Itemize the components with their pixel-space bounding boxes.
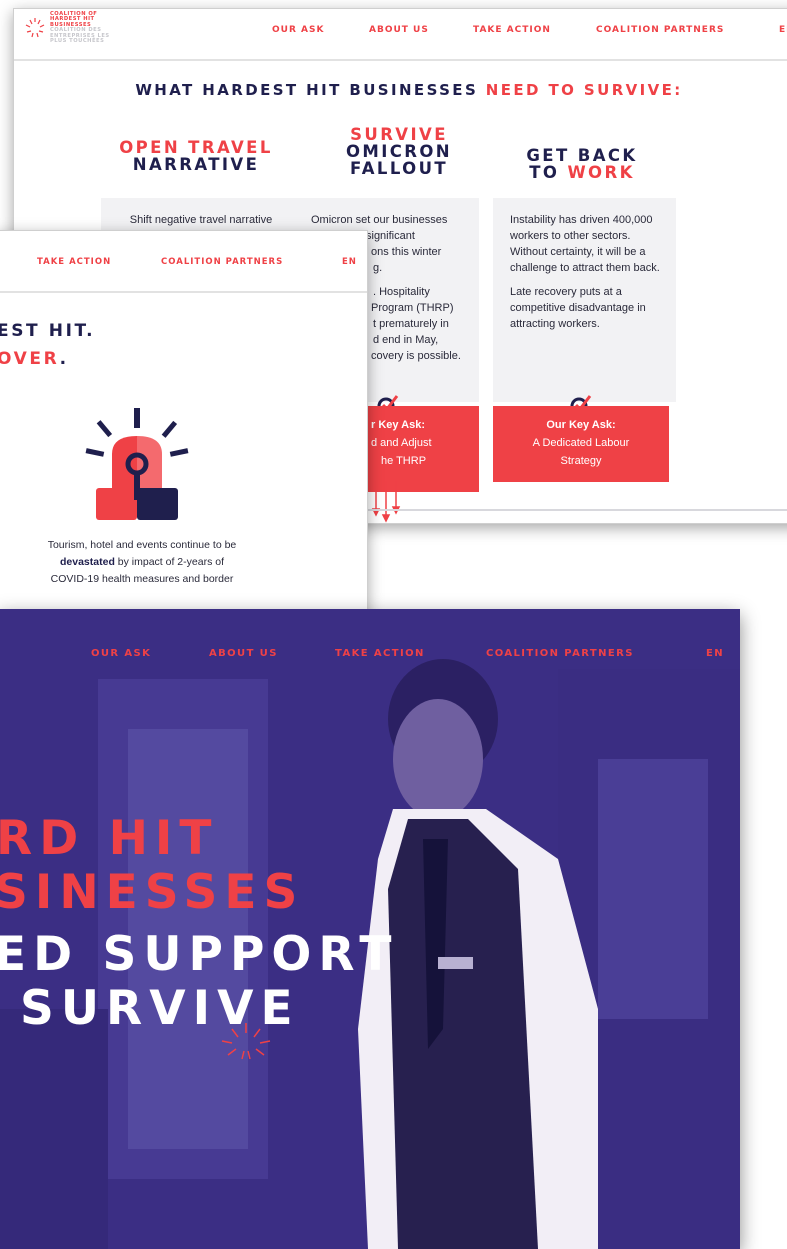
heading-main: WHAT HARDEST HIT BUSINESSES [135,81,486,99]
nav-language[interactable]: EN [342,257,357,267]
hero-title-line: ED SUPPORT [0,927,399,982]
siren-icon [85,408,189,520]
title-line: WORK [567,163,635,182]
middle-page-screenshot: TAKE ACTION COALITION PARTNERS EN EST HI… [0,230,368,622]
nav-coalition-partners[interactable]: COALITION PARTNERS [161,257,283,267]
nav-our-ask[interactable]: OUR ASK [272,25,324,35]
title-line: OPEN TRAVEL [119,138,273,157]
front-page-screenshot: OUR ASK ABOUT US TAKE ACTION COALITION P… [0,609,740,1249]
nav-our-ask[interactable]: OUR ASK [91,648,151,659]
title-line: NARRATIVE [132,155,260,174]
page-heading: EST HIT. OVER. [0,317,95,373]
ask-text: Strategy [560,455,602,467]
ask-text: A Dedicated Labour [532,437,630,449]
nav-coalition-partners[interactable]: COALITION PARTNERS [486,648,634,659]
nav-about-us[interactable]: ABOUT US [209,648,278,659]
nav-take-action[interactable]: TAKE ACTION [37,257,111,267]
card-text: Omicron set our businesses [311,214,448,226]
section-heading: WHAT HARDEST HIT BUSINESSES NEED TO SURV… [14,81,787,99]
title-line: GET BACK [526,146,638,165]
card-text: Instability has driven 400,000 workers t… [510,214,660,274]
column-title-work: GET BACK TO WORK [492,147,672,181]
card-text: Shift negative travel narrative [129,214,273,226]
burst-logo-icon [25,18,45,38]
column-title-travel: OPEN TRAVEL NARRATIVE [106,139,286,173]
card-text: Late recovery puts at a competitive disa… [510,286,646,330]
hero-title-line: RD HIT [0,811,219,866]
top-navbar: COALITION OF HARDEST HIT BUSINESSES COAL… [14,9,787,61]
logo-line: PLUS TOUCHÉES [50,38,105,45]
nav-coalition-partners[interactable]: COALITION PARTNERS [596,25,724,35]
title-line: TO [529,163,568,182]
heading-end: . [59,349,69,369]
card-work: Instability has driven 400,000 workers t… [493,198,676,402]
logo-text: COALITION OF HARDEST HIT BUSINESSES COAL… [50,11,110,45]
nav-take-action[interactable]: TAKE ACTION [335,648,425,659]
nav-take-action[interactable]: TAKE ACTION [473,25,551,35]
intro-paragraph: Tourism, hotel and events continue to be… [47,537,237,588]
column-title-omicron: SURVIVE OMICRON FALLOUT [299,126,499,177]
title-line: SURVIVE [350,125,448,144]
heading-accent: OVER [0,349,60,369]
heading-line: EST HIT. [0,321,96,341]
nav-about-us[interactable]: ABOUT US [369,25,429,35]
burst-icon [221,1023,271,1060]
nav-language[interactable]: EN [706,648,724,659]
top-navbar: TAKE ACTION COALITION PARTNERS EN [0,231,367,293]
title-line: OMICRON [345,142,453,161]
coalition-logo[interactable]: COALITION OF HARDEST HIT BUSINESSES COAL… [24,11,134,56]
para-bold: devastated [60,556,115,568]
para-text: Tourism, hotel and events continue to be [47,539,237,551]
divider [314,509,787,511]
key-ask-work: Our Key Ask: A Dedicated Labour Strategy [493,406,669,482]
ask-label: Our Key Ask: [546,419,616,431]
title-line: FALLOUT [349,159,449,178]
hero-title-line: SINESSES [0,865,305,920]
heading-accent: NEED TO SURVIVE: [485,81,683,99]
nav-language[interactable]: EN [779,25,787,35]
arrows-down-icon [371,481,401,523]
